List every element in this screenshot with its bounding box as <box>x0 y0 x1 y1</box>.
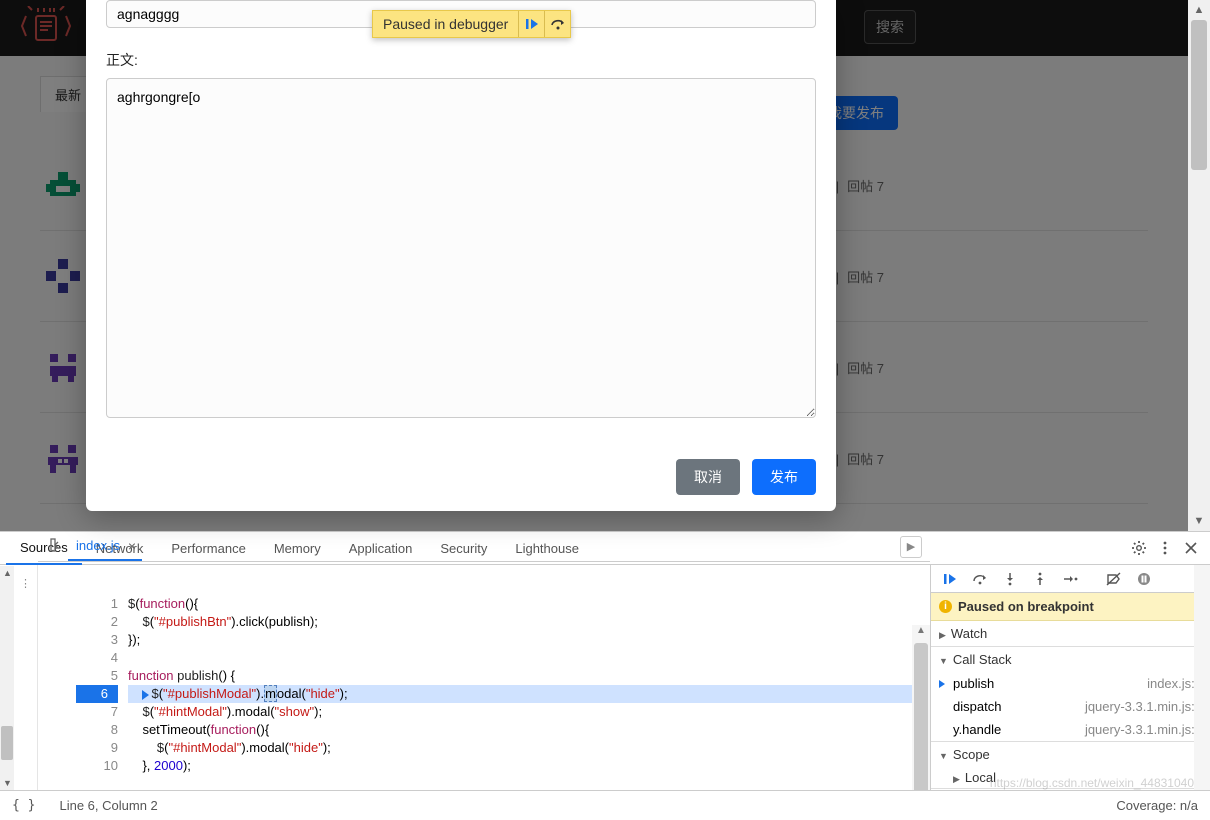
scroll-up-icon[interactable]: ▲ <box>912 625 930 643</box>
paused-banner: i Paused on breakpoint <box>931 593 1210 621</box>
submit-button[interactable]: 发布 <box>752 459 816 495</box>
scrollbar-thumb[interactable] <box>914 643 928 790</box>
scope-local[interactable]: Local <box>931 767 1210 788</box>
code-editor[interactable]: 12345 678910 $(function(){ $("#publishBt… <box>76 595 930 790</box>
pause-on-exceptions-icon[interactable] <box>1131 568 1157 590</box>
line-gutter[interactable]: 12345 678910 <box>76 595 128 790</box>
code-lines: $(function(){ $("#publishBtn").click(pub… <box>128 595 930 775</box>
resume-button[interactable] <box>518 11 544 37</box>
resume-icon[interactable] <box>937 568 963 590</box>
step-over-button[interactable] <box>544 11 570 37</box>
step-into-icon[interactable] <box>997 568 1023 590</box>
step-out-icon[interactable] <box>1027 568 1053 590</box>
file-tab-index-js[interactable]: index.js × <box>68 532 142 561</box>
watch-section[interactable]: Watch <box>931 621 1210 646</box>
file-tabs: index.js × ▶ <box>38 532 930 562</box>
paused-text: Paused in debugger <box>373 11 518 37</box>
gear-icon[interactable] <box>1126 535 1152 561</box>
close-icon[interactable] <box>1178 535 1204 561</box>
execution-pointer-icon <box>142 690 149 700</box>
run-snippet-icon[interactable]: ▶ <box>900 536 922 558</box>
debugger-sidebar: i Paused on breakpoint Watch Call Stack … <box>930 565 1210 790</box>
left-mini-scrollbar[interactable]: ▲ ▼ <box>0 566 14 790</box>
close-icon[interactable]: × <box>128 538 136 554</box>
stack-frame[interactable]: y.handlejquery-3.3.1.min.js:2 <box>931 718 1210 741</box>
devtools-panel: Sources Network Performance Memory Appli… <box>0 531 1210 820</box>
callstack-section[interactable]: Call Stack <box>931 647 1210 672</box>
scroll-down-icon[interactable]: ▼ <box>3 778 12 788</box>
pretty-print-icon[interactable]: { } <box>12 798 35 813</box>
scroll-up-icon[interactable]: ▲ <box>3 568 12 578</box>
step-icon[interactable] <box>1057 568 1083 590</box>
stack-frame[interactable]: dispatchjquery-3.3.1.min.js:2 <box>931 695 1210 718</box>
cursor-position: Line 6, Column 2 <box>59 798 157 813</box>
debug-toolbar <box>931 565 1210 593</box>
body-textarea[interactable]: aghrgongre[o <box>106 78 816 418</box>
nav-strip: ⋮ <box>14 565 38 790</box>
show-navigator-icon[interactable] <box>46 538 68 555</box>
more-icon[interactable] <box>1152 535 1178 561</box>
sidebar-scrollbar[interactable] <box>1194 565 1210 790</box>
scroll-down-icon[interactable]: ▼ <box>1188 511 1210 531</box>
step-over-icon[interactable] <box>967 568 993 590</box>
deactivate-breakpoints-icon[interactable] <box>1101 568 1127 590</box>
more-icon[interactable]: ⋮ <box>16 573 35 594</box>
coverage-status: Coverage: n/a <box>1116 798 1198 813</box>
stack-frame[interactable]: publishindex.js:6 <box>931 672 1210 695</box>
scope-section[interactable]: Scope <box>931 742 1210 767</box>
outer-scrollbar[interactable]: ▲ ▼ <box>1188 0 1210 531</box>
scrollbar-thumb[interactable] <box>1191 20 1207 170</box>
publish-modal: 正文: aghrgongre[o 取消 发布 <box>86 0 836 511</box>
code-scrollbar[interactable]: ▲ ▼ <box>912 625 930 790</box>
status-bar: { } Line 6, Column 2 Coverage: n/a <box>0 790 1210 820</box>
debugger-paused-overlay: Paused in debugger <box>372 10 571 38</box>
scrollbar-thumb[interactable] <box>1 726 13 760</box>
body-label: 正文: <box>106 50 816 70</box>
scroll-up-icon[interactable]: ▲ <box>1188 0 1210 20</box>
info-icon: i <box>939 600 952 613</box>
cancel-button[interactable]: 取消 <box>676 459 740 495</box>
